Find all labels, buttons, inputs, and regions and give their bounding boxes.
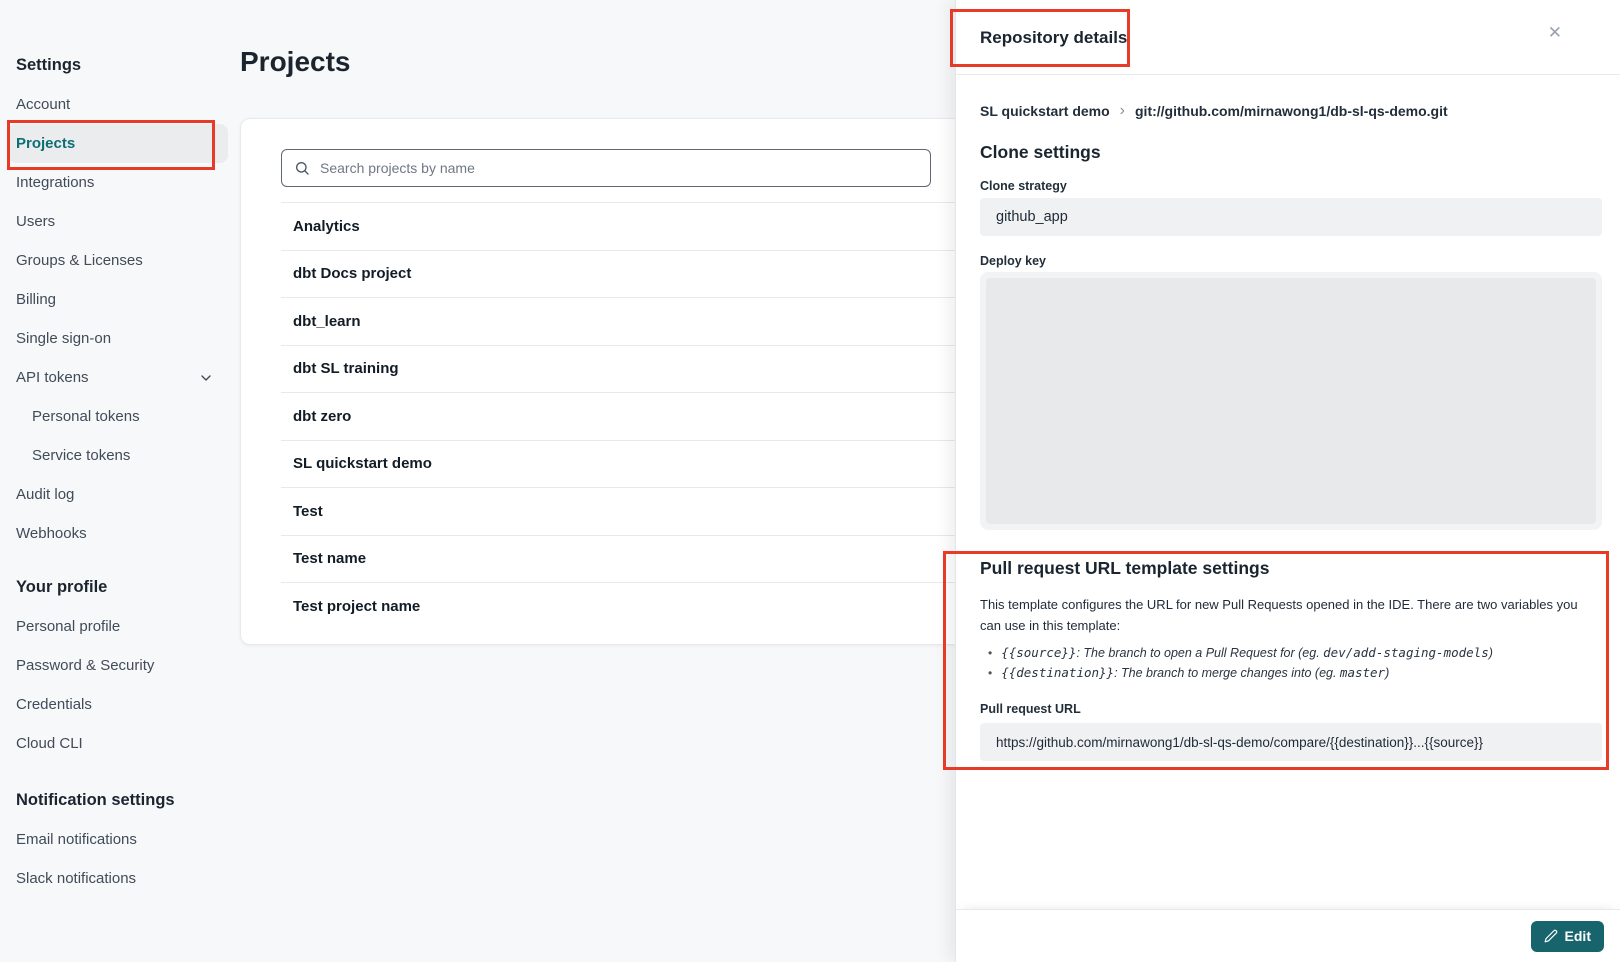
sidebar-item-audit-log[interactable]: Audit log [8, 475, 228, 514]
sidebar-item-service-tokens[interactable]: Service tokens [8, 436, 228, 475]
pull-request-url-value: https://github.com/mirnawong1/db-sl-qs-d… [980, 723, 1602, 761]
sidebar-item-email-notifications[interactable]: Email notifications [8, 820, 228, 859]
sidebar-item-cloud-cli[interactable]: Cloud CLI [8, 724, 228, 763]
repository-details-drawer: Repository details ✕ SL quickstart demo … [955, 0, 1620, 962]
search-input[interactable] [281, 149, 931, 187]
close-icon[interactable]: ✕ [1548, 24, 1562, 41]
page-title: Projects [240, 46, 351, 78]
sidebar-item-api-tokens[interactable]: API tokens [8, 358, 228, 397]
clone-strategy-value: github_app [980, 198, 1602, 236]
list-item: • {{destination}}: The branch to merge c… [980, 663, 1602, 683]
bullet-icon: • [988, 663, 992, 683]
settings-sidebar: Settings Account Projects Integrations U… [0, 0, 236, 962]
breadcrumb-project: SL quickstart demo [980, 103, 1110, 119]
sidebar-item-webhooks[interactable]: Webhooks [8, 514, 228, 553]
clone-settings-heading: Clone settings [980, 142, 1101, 163]
search-icon [294, 160, 310, 176]
breadcrumb: SL quickstart demo › git://github.com/mi… [980, 102, 1448, 120]
drawer-footer: Edit [956, 909, 1620, 962]
deploy-key-label: Deploy key [980, 254, 1046, 268]
sidebar-item-account[interactable]: Account [8, 85, 228, 124]
pull-request-url-label: Pull request URL [980, 702, 1602, 716]
template-variable-list: • {{source}}: The branch to open a Pull … [980, 643, 1602, 683]
sidebar-section-your-profile: Your profile Personal profile Password &… [0, 553, 236, 763]
sidebar-item-personal-tokens[interactable]: Personal tokens [8, 397, 228, 436]
sidebar-item-credentials[interactable]: Credentials [8, 685, 228, 724]
pull-request-description: This template configures the URL for new… [980, 595, 1602, 636]
chevron-right-icon: › [1120, 102, 1125, 120]
sidebar-item-billing[interactable]: Billing [8, 280, 228, 319]
sidebar-heading-notification-settings: Notification settings [8, 781, 228, 820]
edit-button[interactable]: Edit [1531, 921, 1604, 952]
drawer-title: Repository details [980, 28, 1127, 48]
breadcrumb-repo-url: git://github.com/mirnawong1/db-sl-qs-dem… [1135, 103, 1448, 119]
sidebar-section-settings: Settings Account Projects Integrations U… [0, 0, 236, 553]
pencil-icon [1544, 929, 1558, 943]
sidebar-item-users[interactable]: Users [8, 202, 228, 241]
sidebar-item-single-sign-on[interactable]: Single sign-on [8, 319, 228, 358]
chevron-down-icon [198, 370, 214, 386]
pull-request-url-section: Pull request URL template settings This … [980, 558, 1602, 761]
sidebar-heading-your-profile: Your profile [8, 568, 228, 607]
sidebar-item-personal-profile[interactable]: Personal profile [8, 607, 228, 646]
sidebar-item-groups-licenses[interactable]: Groups & Licenses [8, 241, 228, 280]
sidebar-item-projects[interactable]: Projects [8, 124, 228, 163]
sidebar-item-slack-notifications[interactable]: Slack notifications [8, 859, 228, 898]
clone-strategy-label: Clone strategy [980, 179, 1067, 193]
search-box [281, 149, 931, 187]
sidebar-item-password-security[interactable]: Password & Security [8, 646, 228, 685]
deploy-key-value-redacted [980, 272, 1602, 530]
sidebar-item-integrations[interactable]: Integrations [8, 163, 228, 202]
bullet-icon: • [988, 643, 992, 663]
sidebar-heading-settings: Settings [8, 46, 228, 85]
list-item: • {{source}}: The branch to open a Pull … [980, 643, 1602, 663]
pull-request-section-heading: Pull request URL template settings [980, 558, 1602, 579]
sidebar-section-notification-settings: Notification settings Email notification… [0, 763, 236, 898]
drawer-header: Repository details ✕ [956, 0, 1620, 75]
